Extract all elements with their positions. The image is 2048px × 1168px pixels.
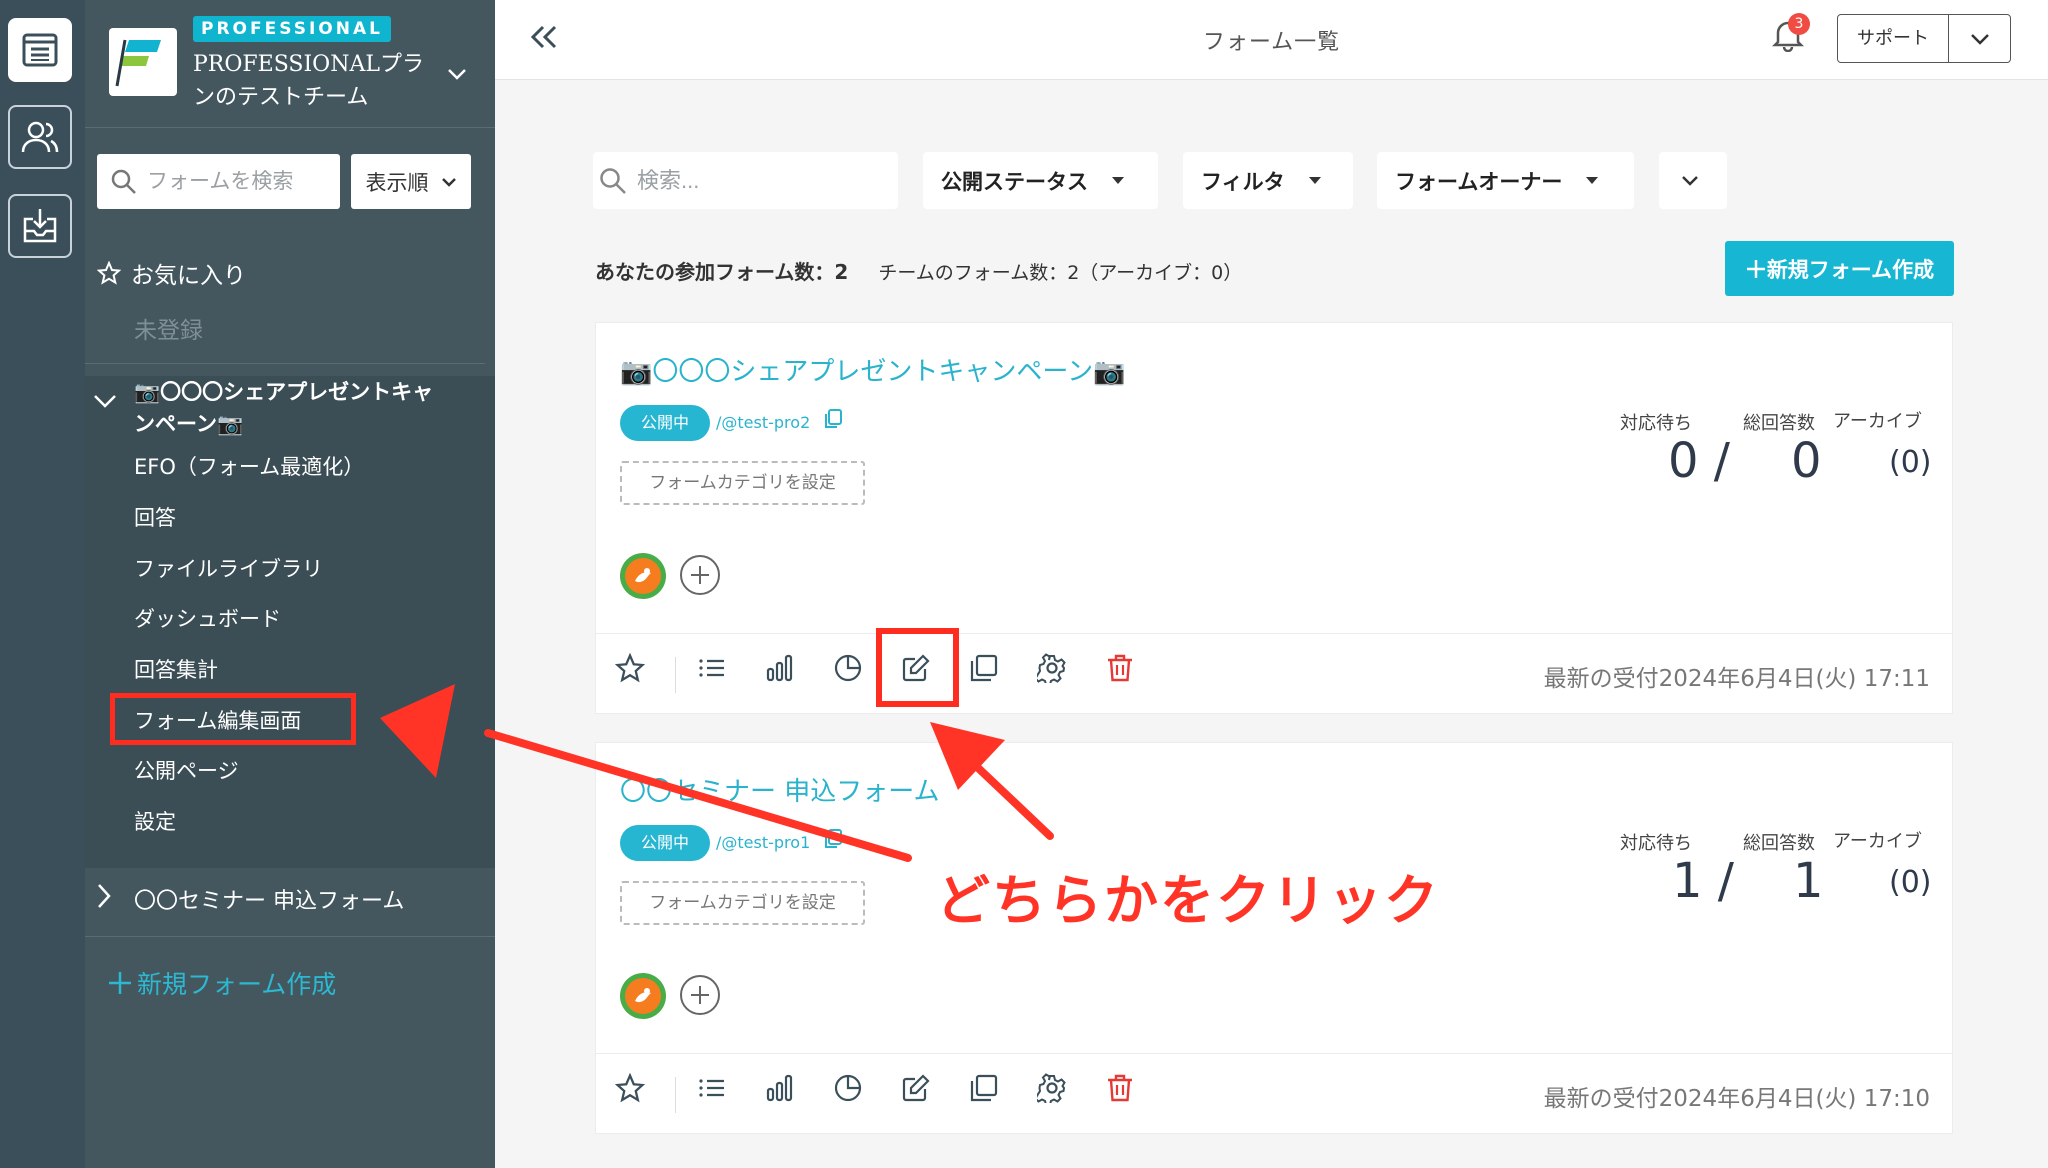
annotation-arrows	[380, 684, 1054, 862]
annotation-text: どちらかをクリック	[934, 867, 1440, 934]
